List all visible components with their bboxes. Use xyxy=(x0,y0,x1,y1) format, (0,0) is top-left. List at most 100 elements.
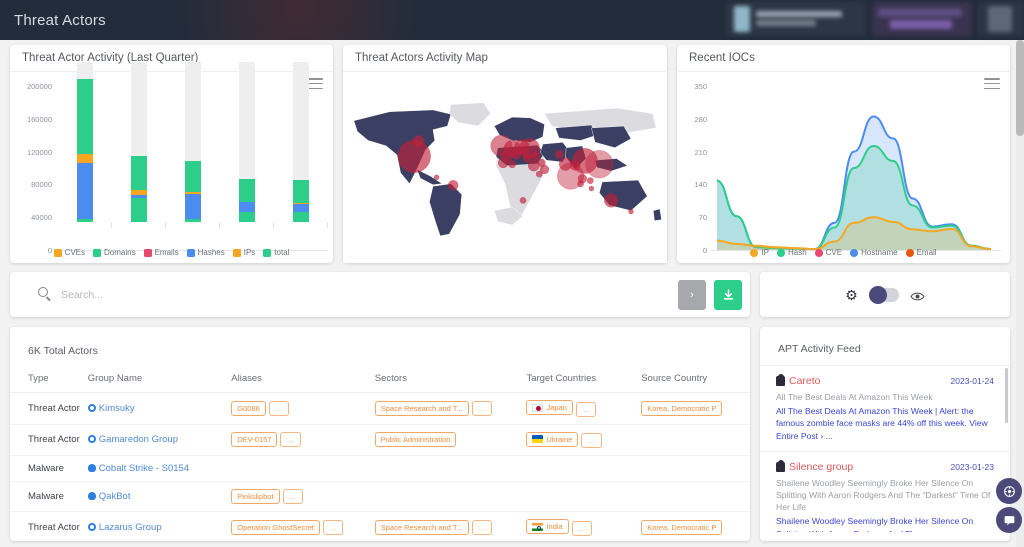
map-activity-bubble[interactable] xyxy=(527,159,540,172)
chip-more-button[interactable]: ... xyxy=(571,520,592,536)
bar-segment-hashes[interactable] xyxy=(131,194,147,199)
group-name-link[interactable]: Gamaredon Group xyxy=(99,434,178,445)
blurred-widget-profile[interactable] xyxy=(726,2,866,36)
bar-segment-ips[interactable] xyxy=(77,153,93,163)
feed-body[interactable]: Careto 2023-01-24 All The Best Deals At Am… xyxy=(760,366,1010,532)
bar-segment-hashes[interactable] xyxy=(185,194,201,220)
settings-fab-button[interactable] xyxy=(996,478,1022,504)
chip[interactable]: India xyxy=(526,519,569,534)
map-activity-bubble[interactable] xyxy=(508,160,517,169)
blurred-widget-secondary[interactable] xyxy=(872,2,972,36)
feed-link[interactable]: Shailene Woodley Seemingly Broke Her Sil… xyxy=(776,515,994,532)
table-row[interactable]: Threat Actor Kimsuky G0086... Space Researc… xyxy=(10,392,750,425)
bar-segment-total[interactable] xyxy=(293,180,309,204)
eye-icon[interactable] xyxy=(910,289,925,301)
map-activity-bubble[interactable] xyxy=(447,180,459,191)
map-activity-bubble[interactable] xyxy=(554,149,564,159)
group-name-link[interactable]: Lazarus Group xyxy=(99,522,162,533)
legend-item[interactable]: Hash xyxy=(776,248,807,257)
legend-item[interactable]: Emails xyxy=(143,248,179,257)
page-scrollbar-thumb[interactable] xyxy=(1016,40,1024,136)
page-scrollbar[interactable] xyxy=(1016,40,1024,547)
feed-item[interactable]: Silence group 2023-01-23 Shailene Woodley … xyxy=(760,452,1010,532)
bar-segment-total[interactable] xyxy=(185,160,201,193)
group-name-link[interactable]: Cobalt Strike - S0154 xyxy=(99,463,189,474)
feed-actor[interactable]: Silence group xyxy=(776,459,853,473)
chip-more-button[interactable]: ... xyxy=(471,519,493,535)
map-activity-bubble[interactable] xyxy=(535,170,543,178)
bar-segment-ips[interactable] xyxy=(293,203,309,205)
chip[interactable]: Korea, Democratic P xyxy=(641,519,723,535)
chip[interactable]: Japan xyxy=(526,400,573,415)
chip[interactable]: Korea, Democratic P xyxy=(641,400,723,416)
bar-column[interactable] xyxy=(239,58,255,222)
chip[interactable]: Public Administration xyxy=(374,432,457,448)
map-region-new-zealand[interactable] xyxy=(653,208,662,222)
bar-column[interactable] xyxy=(131,58,147,222)
bar-segment-total[interactable] xyxy=(239,179,255,203)
legend-item[interactable]: Hostname xyxy=(850,248,898,257)
bar-segment-domains[interactable] xyxy=(293,212,309,222)
chip[interactable]: Space Research and T... xyxy=(374,519,469,535)
bar-column[interactable] xyxy=(293,58,309,222)
table-header-target-countries[interactable]: Target Countries xyxy=(522,367,638,393)
bar-segment-hashes[interactable] xyxy=(239,202,255,213)
chip-more-button[interactable]: ... xyxy=(581,433,602,448)
table-header-aliases[interactable]: Aliases xyxy=(227,367,371,393)
chip-more-button[interactable]: ... xyxy=(268,400,290,416)
bar-segment-total[interactable] xyxy=(131,155,147,191)
map-activity-bubble[interactable] xyxy=(522,153,532,163)
legend-item[interactable]: Domains xyxy=(93,248,136,257)
table-row[interactable]: Malware Cobalt Strike - S0154 xyxy=(10,455,750,482)
map-activity-bubble[interactable] xyxy=(511,149,522,160)
table-row[interactable]: Threat Actor Gamaredon Group DEV-0157... Pu… xyxy=(10,424,750,456)
table-header-type[interactable]: Type xyxy=(10,367,84,393)
world-map[interactable] xyxy=(343,72,667,263)
chip-more-button[interactable]: ... xyxy=(575,401,597,417)
legend-item[interactable]: IPs xyxy=(232,248,255,257)
map-activity-bubble[interactable] xyxy=(577,180,584,188)
map-region-central-asia[interactable] xyxy=(555,124,598,141)
map-activity-bubble[interactable] xyxy=(628,208,634,215)
map-region-south-america[interactable] xyxy=(429,183,463,237)
bar-segment-domains[interactable] xyxy=(239,212,255,222)
bar-segment-domains[interactable] xyxy=(185,219,201,222)
map-region-greenland[interactable] xyxy=(448,102,491,127)
chip[interactable]: Space Research and T... xyxy=(374,400,469,416)
map-region-china-east[interactable] xyxy=(591,125,632,148)
legend-item[interactable]: total xyxy=(263,248,289,257)
map-activity-bubble[interactable] xyxy=(604,193,619,208)
map-activity-bubble[interactable] xyxy=(586,177,594,184)
map-activity-bubble[interactable] xyxy=(531,151,541,161)
chip[interactable]: DEV-0157 xyxy=(231,432,278,448)
gear-icon[interactable]: ⚙ xyxy=(845,288,858,302)
chip[interactable]: G0086 xyxy=(231,400,266,416)
bar-segment-ips[interactable] xyxy=(131,190,147,195)
table-row[interactable]: Malware QakBot Pinkslipbot... xyxy=(10,481,750,512)
map-activity-bubble[interactable] xyxy=(585,150,614,179)
legend-item[interactable]: CVE xyxy=(814,248,842,257)
blurred-widget-avatar[interactable] xyxy=(978,2,1024,36)
bar-segment-hashes[interactable] xyxy=(293,204,309,213)
chat-fab-button[interactable] xyxy=(996,507,1022,533)
table-row[interactable]: Threat Actor Lazarus Group Operation Ghost… xyxy=(10,511,750,541)
map-activity-bubble[interactable] xyxy=(412,135,425,148)
search-input[interactable] xyxy=(61,288,670,301)
legend-item[interactable]: IP xyxy=(750,248,769,257)
view-toggle-switch[interactable] xyxy=(868,285,899,304)
group-name-link[interactable]: QakBot xyxy=(99,491,131,502)
bar-segment-domains[interactable] xyxy=(77,219,93,222)
bar-segment-ips[interactable] xyxy=(185,192,201,195)
chip-more-button[interactable]: ... xyxy=(471,400,493,416)
chip-more-button[interactable]: ... xyxy=(322,519,344,535)
download-button[interactable] xyxy=(714,279,742,310)
feed-scrollbar-thumb[interactable] xyxy=(1005,368,1008,423)
map-activity-bubble[interactable] xyxy=(433,174,440,181)
group-name-link[interactable]: Kimsuky xyxy=(99,403,135,414)
map-activity-bubble[interactable] xyxy=(497,157,509,169)
feed-link[interactable]: All The Best Deals At Amazon This Week |… xyxy=(776,405,994,442)
chip[interactable]: Operation GhostSecret xyxy=(231,519,320,535)
search-submit-button[interactable]: › xyxy=(678,279,706,310)
feed-item[interactable]: Careto 2023-01-24 All The Best Deals At Am… xyxy=(760,366,1010,452)
legend-item[interactable]: CVEs xyxy=(53,248,85,257)
